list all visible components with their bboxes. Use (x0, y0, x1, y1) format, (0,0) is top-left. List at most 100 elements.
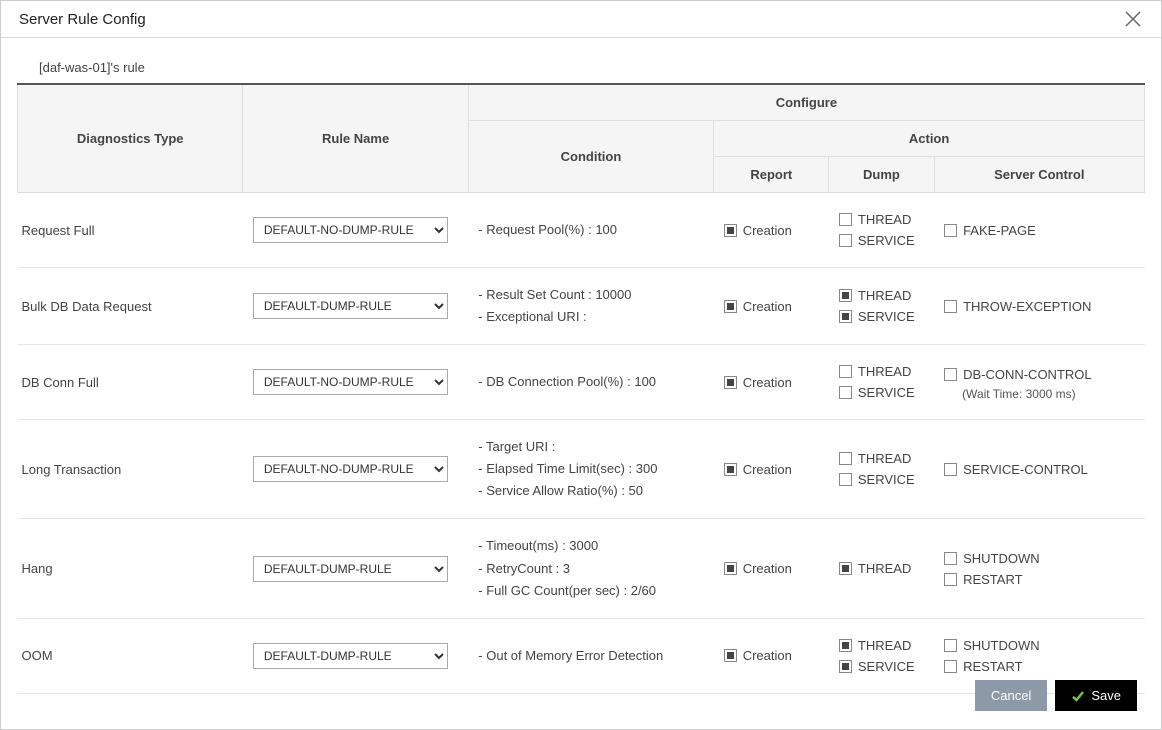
dump-service-checkbox[interactable]: SERVICE (839, 309, 924, 324)
server-control-checkbox[interactable]: THROW-EXCEPTION (944, 299, 1134, 314)
server-control-checkbox[interactable]: SHUTDOWN (944, 638, 1134, 653)
server-control-cell: THROW-EXCEPTION (934, 268, 1144, 345)
rule-name-select[interactable]: DEFAULT-NO-DUMP-RULEDEFAULT-DUMP-RULE (253, 456, 448, 482)
server-control-checkbox[interactable]: FAKE-PAGE (944, 223, 1134, 238)
table-row: Request Full DEFAULT-NO-DUMP-RULEDEFAULT-… (18, 193, 1145, 268)
checkbox-label: SERVICE (858, 472, 915, 487)
report-creation-checkbox[interactable]: Creation (724, 462, 819, 477)
server-control-checkbox[interactable]: SHUTDOWN (944, 551, 1134, 566)
table-row: DB Conn Full DEFAULT-NO-DUMP-RULEDEFAULT-… (18, 345, 1145, 420)
server-control-checkbox[interactable]: RESTART (944, 572, 1134, 587)
diagnostics-type-cell: OOM (18, 618, 243, 693)
th-diagnostics-type: Diagnostics Type (18, 85, 243, 193)
checkbox-icon (724, 224, 737, 237)
checkbox-icon (839, 365, 852, 378)
condition-cell: - Request Pool(%) : 100 (468, 193, 713, 268)
report-creation-checkbox[interactable]: Creation (724, 375, 819, 390)
rule-name-select[interactable]: DEFAULT-NO-DUMP-RULEDEFAULT-DUMP-RULE (253, 217, 448, 243)
server-control-cell: FAKE-PAGE (934, 193, 1144, 268)
diagnostics-type-cell: Hang (18, 519, 243, 618)
dump-service-checkbox[interactable]: SERVICE (839, 472, 924, 487)
checkbox-label: Creation (743, 375, 792, 390)
close-icon (1124, 10, 1142, 28)
checkbox-label: Creation (743, 223, 792, 238)
server-control-checkbox[interactable]: DB-CONN-CONTROL (944, 367, 1134, 382)
checkbox-label: THREAD (858, 451, 911, 466)
checkbox-icon (839, 473, 852, 486)
dump-thread-checkbox[interactable]: THREAD (839, 364, 924, 379)
checkbox-label: SERVICE (858, 233, 915, 248)
dump-service-checkbox[interactable]: SERVICE (839, 233, 924, 248)
dump-service-checkbox[interactable]: SERVICE (839, 659, 924, 674)
report-creation-checkbox[interactable]: Creation (724, 561, 819, 576)
condition-cell: - Result Set Count : 10000 - Exceptional… (468, 268, 713, 345)
checkbox-label: RESTART (963, 659, 1022, 674)
dump-thread-checkbox[interactable]: THREAD (839, 561, 924, 576)
server-control-cell: SERVICE-CONTROL (934, 420, 1144, 519)
report-creation-checkbox[interactable]: Creation (724, 299, 819, 314)
checkbox-icon (944, 224, 957, 237)
checkbox-icon (839, 660, 852, 673)
checkbox-label: Creation (743, 299, 792, 314)
dump-cell: THREAD SERVICE (829, 420, 934, 519)
th-action: Action (714, 121, 1145, 157)
dump-thread-checkbox[interactable]: THREAD (839, 638, 924, 653)
diagnostics-type-cell: Request Full (18, 193, 243, 268)
condition-text: - Target URI : - Elapsed Time Limit(sec)… (478, 436, 703, 502)
rule-name-cell: DEFAULT-NO-DUMP-RULEDEFAULT-DUMP-RULE (243, 268, 468, 345)
table-row: Hang DEFAULT-NO-DUMP-RULEDEFAULT-DUMP-RUL… (18, 519, 1145, 618)
rule-name-select[interactable]: DEFAULT-NO-DUMP-RULEDEFAULT-DUMP-RULE (253, 369, 448, 395)
dump-thread-checkbox[interactable]: THREAD (839, 451, 924, 466)
condition-cell: - DB Connection Pool(%) : 100 (468, 345, 713, 420)
rule-name-cell: DEFAULT-NO-DUMP-RULEDEFAULT-DUMP-RULE (243, 345, 468, 420)
checkbox-label: SHUTDOWN (963, 551, 1040, 566)
rules-table: Diagnostics Type Rule Name Configure Con… (17, 85, 1145, 694)
rule-name-cell: DEFAULT-NO-DUMP-RULEDEFAULT-DUMP-RULE (243, 193, 468, 268)
rule-name-select[interactable]: DEFAULT-NO-DUMP-RULEDEFAULT-DUMP-RULE (253, 556, 448, 582)
checkbox-icon (724, 649, 737, 662)
checkbox-icon (839, 213, 852, 226)
th-dump: Dump (829, 157, 934, 193)
checkbox-icon (944, 300, 957, 313)
diagnostics-type-cell: DB Conn Full (18, 345, 243, 420)
report-creation-checkbox[interactable]: Creation (724, 648, 819, 663)
condition-text: - Request Pool(%) : 100 (478, 219, 703, 241)
th-report: Report (714, 157, 829, 193)
server-control-checkbox[interactable]: RESTART (944, 659, 1134, 674)
rule-name-cell: DEFAULT-NO-DUMP-RULEDEFAULT-DUMP-RULE (243, 519, 468, 618)
condition-text: - Timeout(ms) : 3000 - RetryCount : 3 - … (478, 535, 703, 601)
dialog-footer: Cancel Save (975, 680, 1137, 711)
cancel-button[interactable]: Cancel (975, 680, 1047, 711)
checkbox-label: DB-CONN-CONTROL (963, 367, 1092, 382)
checkbox-label: Creation (743, 648, 792, 663)
checkbox-icon (724, 300, 737, 313)
table-row: Long Transaction DEFAULT-NO-DUMP-RULEDEFA… (18, 420, 1145, 519)
save-button[interactable]: Save (1055, 680, 1137, 711)
checkbox-label: THREAD (858, 212, 911, 227)
dump-service-checkbox[interactable]: SERVICE (839, 385, 924, 400)
checkbox-icon (839, 452, 852, 465)
rule-name-cell: DEFAULT-NO-DUMP-RULEDEFAULT-DUMP-RULE (243, 420, 468, 519)
report-creation-checkbox[interactable]: Creation (724, 223, 819, 238)
rule-name-select[interactable]: DEFAULT-NO-DUMP-RULEDEFAULT-DUMP-RULE (253, 643, 448, 669)
dump-cell: THREAD SERVICE (829, 618, 934, 693)
condition-cell: - Out of Memory Error Detection (468, 618, 713, 693)
checkbox-label: SERVICE (858, 659, 915, 674)
checkbox-label: Creation (743, 561, 792, 576)
checkbox-label: Creation (743, 462, 792, 477)
dump-thread-checkbox[interactable]: THREAD (839, 212, 924, 227)
rule-name-cell: DEFAULT-NO-DUMP-RULEDEFAULT-DUMP-RULE (243, 618, 468, 693)
checkbox-icon (839, 234, 852, 247)
dump-thread-checkbox[interactable]: THREAD (839, 288, 924, 303)
diagnostics-type-cell: Long Transaction (18, 420, 243, 519)
report-cell: Creation (714, 519, 829, 618)
checkbox-label: RESTART (963, 572, 1022, 587)
rule-name-select[interactable]: DEFAULT-NO-DUMP-RULEDEFAULT-DUMP-RULE (253, 293, 448, 319)
close-button[interactable] (1123, 9, 1143, 29)
dump-cell: THREAD SERVICE (829, 193, 934, 268)
report-cell: Creation (714, 193, 829, 268)
th-condition: Condition (468, 121, 713, 193)
checkbox-label: THREAD (858, 561, 911, 576)
checkbox-icon (944, 660, 957, 673)
server-control-checkbox[interactable]: SERVICE-CONTROL (944, 462, 1134, 477)
